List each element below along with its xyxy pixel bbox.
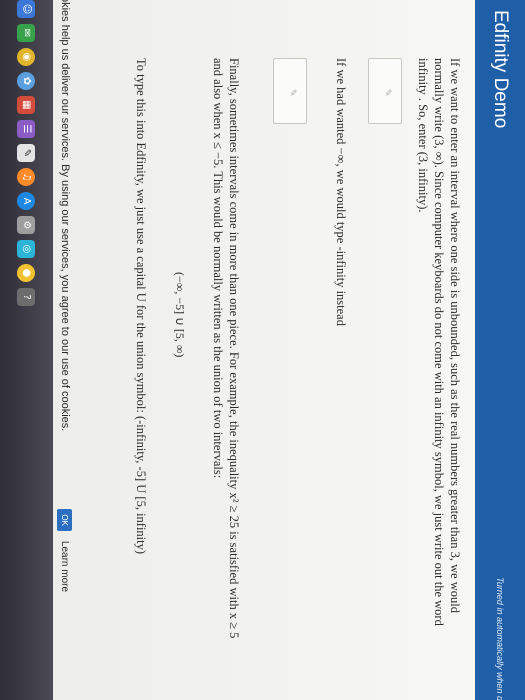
calendar-icon[interactable]: ▦: [17, 96, 36, 114]
submission-status: Turned in automatically when du: [495, 577, 505, 700]
instruction-paragraph-2: If we had wanted −∞, we would type -infi…: [334, 58, 348, 326]
dock: ☺ ✉ ◉ ✿ ▦ ☰ ✎ ♫ A ⚙ ◎ ● ?: [0, 0, 53, 700]
cookie-ok-button[interactable]: OK: [57, 509, 73, 531]
instruction-paragraph-1: If we want to enter an interval where on…: [416, 58, 462, 626]
notes-icon[interactable]: ✎: [17, 144, 36, 162]
answer-input-1[interactable]: ✎: [368, 58, 402, 124]
pencil-icon: ✎: [382, 89, 392, 97]
learn-more-link[interactable]: Learn more: [60, 541, 71, 592]
finder-icon[interactable]: ☺: [17, 0, 36, 18]
system-preferences-icon[interactable]: ⚙: [17, 216, 36, 234]
other-app-icon[interactable]: ?: [17, 288, 36, 306]
photos-icon[interactable]: ✿: [17, 72, 36, 90]
cookie-banner: okies help us deliver our services. By u…: [53, 0, 77, 700]
music-icon[interactable]: ♫: [17, 168, 36, 186]
cookie-text: okies help us deliver our services. By u…: [59, 0, 71, 432]
app-title: Edfinity Demo: [490, 10, 511, 129]
rotated-screen: Edfinity Demo Turned in automatically wh…: [0, 0, 525, 700]
answer-input-2[interactable]: ✎: [273, 58, 307, 124]
pencil-icon: ✎: [287, 89, 297, 97]
union-formula: (−∞, −5] ∪ [5, ∞): [173, 272, 187, 358]
chrome-icon[interactable]: ◎: [17, 240, 36, 258]
app-store-icon[interactable]: A: [17, 192, 36, 210]
photo-booth-icon[interactable]: ●: [17, 264, 36, 282]
problem-content: If we want to enter an interval where on…: [50, 0, 475, 700]
messages-icon[interactable]: ✉: [17, 24, 36, 42]
reminders-icon[interactable]: ☰: [17, 120, 36, 138]
instruction-paragraph-3: Finally, sometimes intervals come in mor…: [211, 58, 241, 639]
instruction-paragraph-4: To type this into Edfinity, we just use …: [134, 58, 148, 555]
app-header: Edfinity Demo Turned in automatically wh…: [475, 0, 525, 700]
maps-icon[interactable]: ◉: [17, 48, 36, 66]
